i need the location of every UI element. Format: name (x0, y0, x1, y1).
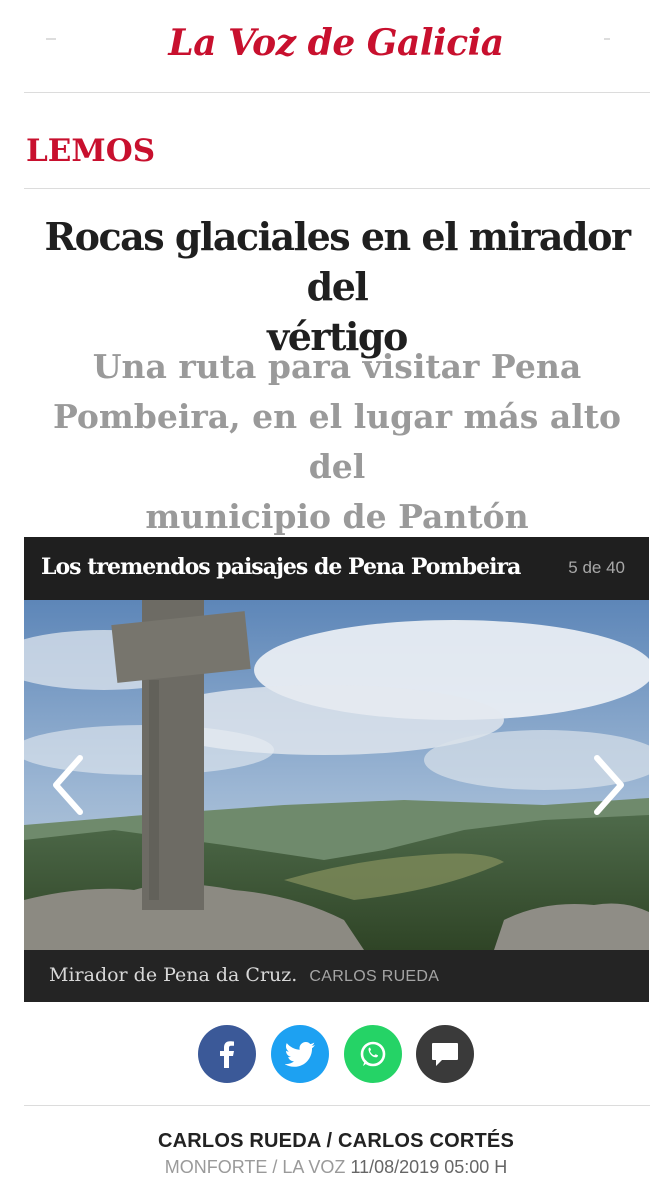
landscape-photo (24, 600, 649, 950)
article-date: 11/08/2019 05:00 H (350, 1157, 508, 1177)
chevron-left-icon (53, 755, 83, 815)
chevron-right-icon (594, 755, 624, 815)
divider (24, 92, 650, 93)
share-buttons (0, 1025, 672, 1085)
article-subheadline: Una ruta para visitar Pena Pombeira, en … (24, 342, 650, 542)
subheadline-line: Pombeira, en el lugar más alto del (52, 397, 622, 486)
subheadline-line: Una ruta para visitar Pena (92, 347, 582, 386)
whatsapp-share-button[interactable] (344, 1025, 402, 1083)
gallery-caption-bar: Mirador de Pena da Cruz. CARLOS RUEDA (24, 950, 649, 1002)
photo-gallery: Los tremendos paisajes de Pena Pombeira … (24, 537, 649, 1002)
photo-credit: CARLOS RUEDA (309, 968, 440, 985)
gallery-counter: 5 de 40 (568, 558, 625, 577)
subheadline-line: municipio de Pantón (145, 497, 529, 536)
article-authors[interactable]: CARLOS RUEDA / CARLOS CORTÉS (0, 1130, 672, 1153)
gallery-header: Los tremendos paisajes de Pena Pombeira … (24, 537, 649, 600)
divider (24, 188, 650, 189)
comments-button[interactable] (416, 1025, 474, 1083)
divider (24, 1105, 650, 1106)
whatsapp-icon (360, 1041, 386, 1067)
twitter-share-button[interactable] (271, 1025, 329, 1083)
facebook-icon (220, 1041, 234, 1068)
photo-caption: Mirador de Pena da Cruz. CARLOS RUEDA (49, 964, 439, 986)
gallery-photo[interactable] (24, 600, 649, 950)
site-logo[interactable]: La Voz de Galicia (0, 22, 672, 64)
masthead: La Voz de Galicia (0, 0, 672, 94)
section-label[interactable]: LEMOS (26, 133, 155, 169)
gallery-prev-button[interactable] (44, 750, 96, 820)
article-headline: Rocas glaciales en el mirador del vértig… (24, 212, 650, 362)
gallery-next-button[interactable] (581, 750, 633, 820)
facebook-share-button[interactable] (198, 1025, 256, 1083)
article-location: MONFORTE / LA VOZ (164, 1157, 346, 1177)
caption-text: Mirador de Pena da Cruz. (49, 964, 298, 986)
twitter-icon (285, 1042, 315, 1067)
gallery-title: Los tremendos paisajes de Pena Pombeira (41, 554, 521, 580)
comment-icon (432, 1043, 458, 1066)
headline-line: Rocas glaciales en el mirador del (44, 214, 631, 309)
article-dateline: MONFORTE / LA VOZ 11/08/2019 05:00 H (0, 1157, 672, 1178)
